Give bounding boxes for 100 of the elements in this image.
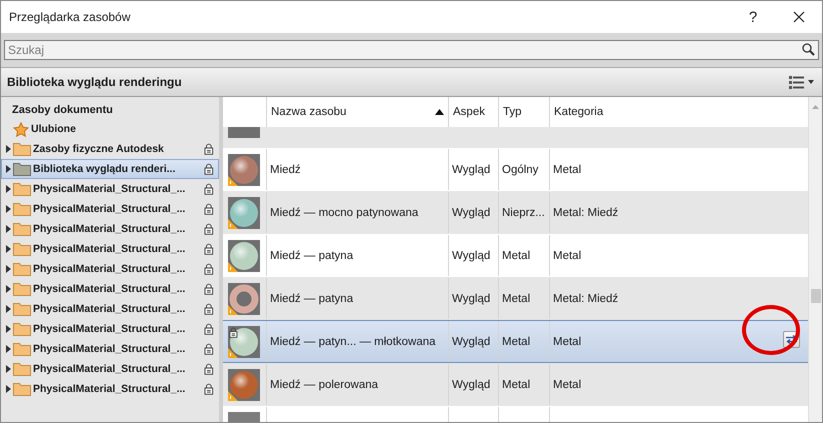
asset-name: Miedź [270,164,301,176]
asset-category: Metal: Miedź [553,292,618,304]
tree-item[interactable]: PhysicalMaterial_Structural_... [1,239,219,259]
asset-row[interactable]: Miedź — polerowana Wygląd Metal Metal [223,363,808,406]
sphere-thumbnail [228,154,260,186]
folder-icon [13,322,31,336]
warning-icon [228,176,238,186]
lock-icon [204,143,214,155]
asset-row[interactable]: Miedź — mocno patynowana Wygląd Nieprz... Metal: Miedź [223,191,808,234]
lock-icon [204,223,214,235]
asset-name: Miedź — patyna [270,292,354,304]
asset-name: Miedź — patyna [270,250,354,262]
lock-icon [204,343,214,355]
tree-item[interactable]: Zasoby fizyczne Autodesk [1,139,219,159]
tree-item[interactable]: Ulubione [1,119,219,139]
dropdown-caret-icon [808,80,814,84]
thumbnail-placeholder [228,127,260,138]
asset-type: Ogólny [502,164,538,176]
asset-category: Metal [553,378,582,390]
expand-arrow-icon[interactable] [6,145,11,153]
asset-category: Metal [553,250,582,262]
asset-type: Metal [502,292,530,304]
tree-item[interactable]: PhysicalMaterial_Structural_... [1,319,219,339]
asset-row[interactable] [223,127,808,148]
scrollbar[interactable] [808,97,822,422]
warning-icon [228,262,238,272]
tree-item[interactable]: PhysicalMaterial_Structural_... [1,199,219,219]
search-field[interactable]: Szukaj [4,40,819,60]
expand-arrow-icon[interactable] [6,385,11,393]
folder-icon [13,182,31,196]
asset-aspect: Wygląd [452,378,490,390]
tree-item[interactable]: Biblioteka wyglądu renderi... [1,159,219,179]
folder-icon [13,382,31,396]
scroll-up-icon [812,105,819,109]
expand-arrow-icon[interactable] [6,305,11,313]
expand-arrow-icon[interactable] [6,365,11,373]
lock-icon [204,323,214,335]
folder-icon [13,222,31,236]
sphere-thumbnail [228,240,260,272]
tree-item[interactable]: PhysicalMaterial_Structural_... [1,179,219,199]
tree-item[interactable]: PhysicalMaterial_Structural_... [1,259,219,279]
view-options-button[interactable] [787,74,816,90]
asset-aspect: Wygląd [452,336,490,348]
expand-arrow-icon[interactable] [6,265,11,273]
tree-item[interactable]: PhysicalMaterial_Structural_... [1,279,219,299]
expand-arrow-icon[interactable] [6,245,11,253]
close-icon [793,11,805,23]
library-title: Biblioteka wyglądu renderingu [7,75,183,89]
sphere-thumbnail [228,196,260,228]
list-view-icon [789,76,804,88]
expand-arrow-icon[interactable] [6,165,11,173]
asset-type: Metal [502,336,530,348]
expand-arrow-icon[interactable] [6,285,11,293]
swap-arrows-icon [786,335,797,344]
asset-row[interactable]: Miedź — patyn... — młotkowana Wygląd Metal Metal [223,320,808,363]
scrollbar-thumb[interactable] [810,289,820,303]
folder-icon [13,342,31,356]
lock-icon [204,183,214,195]
tree-item[interactable]: PhysicalMaterial_Structural_... [1,299,219,319]
folder-icon [13,262,31,276]
lock-icon [204,203,214,215]
tree-item[interactable]: PhysicalMaterial_Structural_... [1,339,219,359]
asset-aspect: Wygląd [452,206,490,218]
tree-item[interactable]: PhysicalMaterial_Structural_... [1,219,219,239]
expand-arrow-icon[interactable] [6,345,11,353]
folder-icon [13,162,31,176]
lock-icon [204,363,214,375]
lock-icon [204,303,214,315]
sphere-thumbnail [228,368,260,400]
warning-icon [228,304,238,314]
expand-arrow-icon[interactable] [6,225,11,233]
lock-icon [204,263,214,275]
tree-item[interactable]: PhysicalMaterial_Structural_... [1,379,219,399]
lock-icon [204,163,214,175]
asset-row[interactable]: Miedź — patyna Wygląd Metal Metal: Miedź [223,277,808,320]
torus-thumbnail [228,282,260,314]
tree-item[interactable]: PhysicalMaterial_Structural_... [1,359,219,379]
asset-category: Metal [553,336,582,348]
expand-arrow-icon[interactable] [6,325,11,333]
asset-name: Miedź — mocno patynowana [270,206,418,218]
asset-name: Miedź — patyn... — młotkowana [270,336,436,348]
asset-aspect: Wygląd [452,292,490,304]
folder-icon [13,282,31,296]
asset-type: Metal [502,250,530,262]
search-icon [802,43,815,56]
asset-aspect: Wygląd [452,164,490,176]
folder-icon [13,202,31,216]
asset-category: Metal [553,164,582,176]
star-icon [13,122,29,136]
asset-aspect: Wygląd [452,250,490,262]
help-button[interactable]: ? [730,1,776,33]
warning-icon [228,218,238,228]
expand-arrow-icon[interactable] [6,205,11,213]
folder-icon [13,242,31,256]
folder-icon [13,302,31,316]
asset-type: Metal [502,378,530,390]
warning-icon [228,390,238,400]
expand-arrow-icon[interactable] [6,185,11,193]
asset-type: Nieprz... [502,206,545,218]
folder-icon [13,362,31,376]
